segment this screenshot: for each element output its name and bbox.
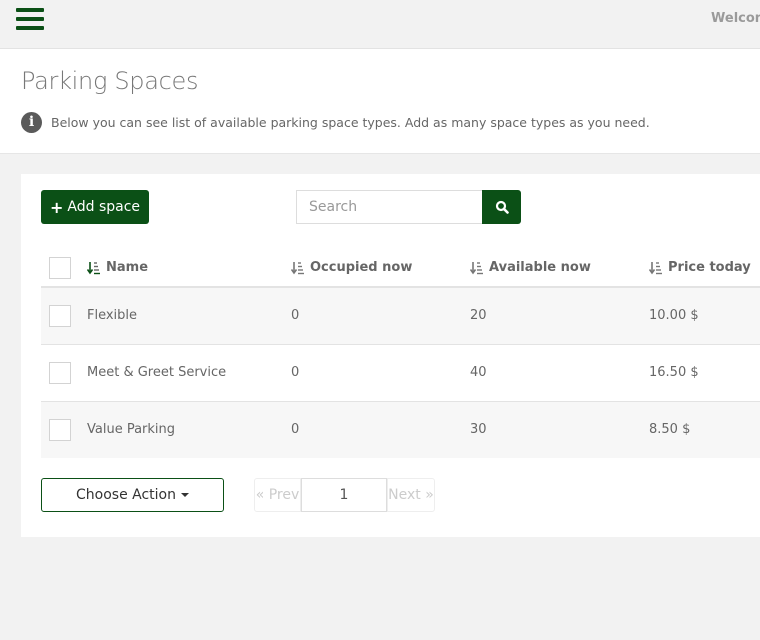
column-label: Occupied now bbox=[310, 260, 413, 275]
welcome-text[interactable]: Welcome bbox=[711, 11, 760, 26]
page-header: Parking Spaces i Below you can see list … bbox=[0, 49, 760, 154]
table-row[interactable]: Meet & Greet Service 0 40 16.50 $ bbox=[41, 345, 760, 402]
search-button[interactable] bbox=[482, 190, 521, 224]
table-row[interactable]: Value Parking 0 30 8.50 $ bbox=[41, 402, 760, 458]
table-header: Name Occupied now Available now Price to… bbox=[41, 247, 760, 288]
hamburger-line bbox=[16, 17, 44, 21]
add-space-button[interactable]: + Add space bbox=[41, 190, 149, 224]
cell-available: 40 bbox=[470, 365, 487, 380]
row-checkbox[interactable] bbox=[49, 419, 71, 441]
cell-price: 10.00 $ bbox=[649, 308, 699, 323]
cell-price: 16.50 $ bbox=[649, 365, 699, 380]
info-message: i Below you can see list of available pa… bbox=[21, 112, 650, 133]
hamburger-line bbox=[16, 8, 44, 12]
hamburger-menu-icon[interactable] bbox=[16, 7, 44, 31]
add-space-label: Add space bbox=[67, 199, 141, 215]
sort-amount-asc-icon bbox=[87, 261, 100, 274]
cell-occupied: 0 bbox=[291, 365, 300, 380]
cell-occupied: 0 bbox=[291, 308, 300, 323]
choose-action-label: Choose Action bbox=[76, 487, 176, 503]
cell-name: Flexible bbox=[87, 308, 138, 323]
info-circle-icon: i bbox=[21, 112, 42, 133]
current-page-indicator[interactable]: 1 bbox=[301, 478, 387, 512]
prev-page-button[interactable]: « Prev bbox=[254, 478, 301, 512]
sort-amount-asc-icon bbox=[470, 261, 483, 274]
column-header-occupied-now[interactable]: Occupied now bbox=[291, 260, 412, 275]
cell-occupied: 0 bbox=[291, 422, 300, 437]
search-input[interactable] bbox=[296, 190, 483, 224]
column-header-name[interactable]: Name bbox=[87, 260, 148, 275]
row-checkbox[interactable] bbox=[49, 305, 71, 327]
page-title: Parking Spaces bbox=[21, 67, 199, 95]
column-label: Name bbox=[106, 260, 149, 275]
column-label: Available now bbox=[489, 260, 591, 275]
parking-spaces-table: Name Occupied now Available now Price to… bbox=[41, 247, 760, 458]
sort-amount-asc-icon bbox=[291, 261, 304, 274]
column-header-price-today[interactable]: Price today bbox=[649, 260, 751, 275]
caret-down-icon bbox=[180, 493, 189, 497]
select-all-checkbox[interactable] bbox=[49, 257, 71, 279]
hamburger-line bbox=[16, 26, 44, 30]
table-row[interactable]: Flexible 0 20 10.00 $ bbox=[41, 288, 760, 345]
cell-price: 8.50 $ bbox=[649, 422, 691, 437]
cell-available: 30 bbox=[470, 422, 487, 437]
cell-available: 20 bbox=[470, 308, 487, 323]
choose-action-dropdown[interactable]: Choose Action bbox=[41, 478, 224, 512]
column-label: Price today bbox=[668, 260, 751, 275]
info-text: Below you can see list of available park… bbox=[51, 115, 650, 130]
cell-name: Value Parking bbox=[87, 422, 176, 437]
row-checkbox[interactable] bbox=[49, 362, 71, 384]
search-icon bbox=[495, 200, 509, 214]
column-header-available-now[interactable]: Available now bbox=[470, 260, 591, 275]
parking-spaces-panel: + Add space Name bbox=[21, 174, 760, 537]
cell-name: Meet & Greet Service bbox=[87, 365, 227, 380]
sort-amount-asc-icon bbox=[649, 261, 662, 274]
top-bar: Welcome bbox=[0, 0, 760, 49]
pagination: « Prev 1 Next » bbox=[254, 478, 435, 512]
next-page-button[interactable]: Next » bbox=[387, 478, 435, 512]
plus-icon: + bbox=[49, 197, 64, 217]
